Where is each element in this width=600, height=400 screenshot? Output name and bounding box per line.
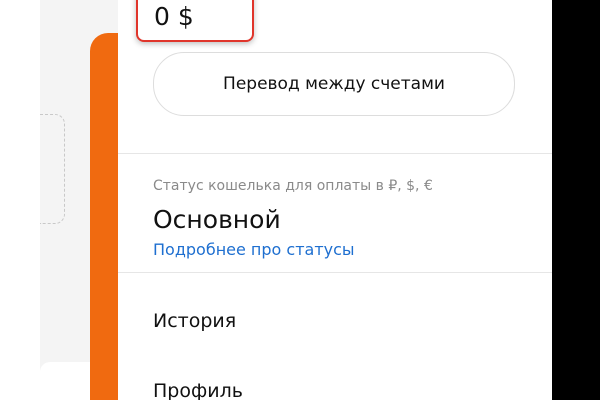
- app-viewport: 0 $ Перевод между счетами Статус кошельк…: [0, 0, 600, 400]
- divider: [118, 153, 552, 154]
- divider: [118, 272, 552, 273]
- wallet-status-value: Основной: [153, 205, 281, 234]
- status-details-link[interactable]: Подробнее про статусы: [153, 240, 355, 259]
- balance-amount: 0 $: [154, 2, 194, 31]
- menu-item-history[interactable]: История: [153, 310, 236, 332]
- transfer-between-accounts-button[interactable]: Перевод между счетами: [153, 52, 515, 116]
- dashed-placeholder-card: [40, 114, 65, 224]
- wallet-side-menu: 0 $ Перевод между счетами Статус кошельк…: [118, 0, 552, 400]
- screen-edge: [552, 0, 600, 400]
- background-strip: [0, 0, 40, 400]
- wallet-status-caption: Статус кошелька для оплаты в ₽, $, €: [153, 178, 433, 194]
- menu-item-profile[interactable]: Профиль: [153, 380, 243, 400]
- balance-highlight-box[interactable]: 0 $: [136, 0, 254, 42]
- background-page: [0, 0, 130, 400]
